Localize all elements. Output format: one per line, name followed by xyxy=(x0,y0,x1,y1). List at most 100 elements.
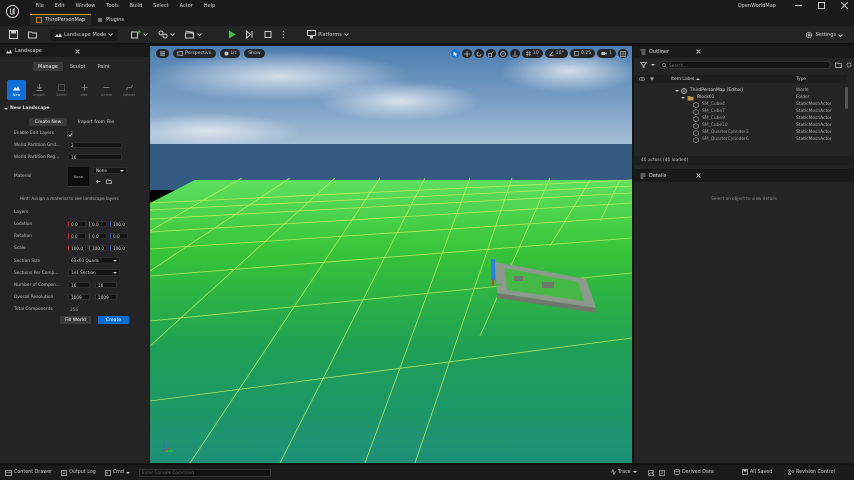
overall-res-y-field[interactable]: 1009 xyxy=(95,294,117,300)
menu-select[interactable]: Select xyxy=(148,3,174,9)
use-selected-arrow-icon[interactable] xyxy=(96,179,101,184)
outliner-row[interactable]: SM_QuarterCylinder3 StaticMeshActor xyxy=(634,129,846,136)
tool-delete[interactable]: Delete xyxy=(97,80,116,100)
enable-edit-layers-checkbox[interactable] xyxy=(67,131,73,137)
outliner-settings-icon[interactable] xyxy=(846,62,852,68)
revision-control-button[interactable]: Revision Control xyxy=(788,469,835,475)
notifications-icon[interactable] xyxy=(659,470,665,476)
tool-import[interactable]: Import xyxy=(30,80,49,100)
sections-per-comp-dropdown[interactable]: 1x1 Section xyxy=(68,269,120,276)
material-dropdown[interactable]: None xyxy=(93,167,127,174)
camera-speed-button[interactable]: 1 xyxy=(597,49,616,58)
close-icon[interactable] xyxy=(841,2,848,9)
mode-manage[interactable]: Manage xyxy=(33,62,63,71)
location-y-field[interactable]: 0.0 xyxy=(89,221,107,227)
level-viewport[interactable]: Perspective Lit Show 10 10° 0.25 1 xyxy=(150,46,632,463)
step-button[interactable] xyxy=(243,29,257,41)
overall-res-x-field[interactable]: 1009 xyxy=(68,294,90,300)
cmd-dropdown[interactable]: Cmd xyxy=(104,469,130,476)
menu-edit[interactable]: Edit xyxy=(49,3,70,9)
play-options-button[interactable] xyxy=(279,29,288,41)
wp-grid-field[interactable]: 2 xyxy=(68,142,122,148)
grid-snap-button[interactable]: 10 xyxy=(521,49,543,58)
tool-select[interactable]: Select xyxy=(52,80,71,100)
select-mode-button[interactable] xyxy=(450,49,460,58)
create-button[interactable]: Create xyxy=(98,316,129,324)
filter-icon[interactable] xyxy=(640,62,647,68)
platforms-button[interactable]: Platforms xyxy=(304,29,352,41)
scale-snap-button[interactable]: 0.25 xyxy=(569,49,596,58)
outliner-row[interactable]: SM_Cube4 StaticMeshActor xyxy=(634,101,846,108)
close-tab-icon[interactable] xyxy=(696,173,701,178)
mode-paint[interactable]: Paint xyxy=(93,62,115,71)
menu-build[interactable]: Build xyxy=(124,3,148,9)
location-z-field[interactable]: 100.0 xyxy=(110,221,128,227)
cinematics-button[interactable] xyxy=(182,29,205,41)
menu-actor[interactable]: Actor xyxy=(174,3,198,9)
add-folder-icon[interactable] xyxy=(835,62,842,68)
browse-button[interactable] xyxy=(25,29,40,41)
create-new-button[interactable]: Create New xyxy=(29,118,67,126)
output-log-button[interactable]: Output Log xyxy=(61,469,96,476)
scale-y-field[interactable]: 100.0 xyxy=(89,245,107,251)
menu-tools[interactable]: Tools xyxy=(101,3,124,9)
tab-plugins[interactable]: Plugins xyxy=(91,14,130,25)
translate-button[interactable] xyxy=(461,49,472,58)
outliner-row[interactable]: SM_Cube9 StaticMeshActor xyxy=(634,115,846,122)
location-x-field[interactable]: 0.0 xyxy=(68,221,86,227)
minimize-icon[interactable] xyxy=(795,2,802,9)
scale-x-field[interactable]: 100.0 xyxy=(68,245,86,251)
close-tab-icon[interactable] xyxy=(75,48,80,54)
perspective-button[interactable]: Perspective xyxy=(173,49,216,58)
mode-selector[interactable]: Landscape Mode xyxy=(50,28,119,41)
outliner-row[interactable]: Block01 Folder xyxy=(634,94,846,101)
rotation-y-field[interactable]: 0.0 xyxy=(89,233,107,239)
tool-new[interactable]: New xyxy=(7,80,26,100)
outliner-scrollbar[interactable] xyxy=(845,87,848,109)
content-drawer-button[interactable]: Content Drawer xyxy=(5,469,52,476)
outliner-row[interactable]: SM_QuarterCylinder6 StaticMeshActor xyxy=(634,136,846,143)
settings-button[interactable]: Settings xyxy=(802,29,846,41)
rotation-z-field[interactable]: 0.0 xyxy=(110,233,128,239)
expand-chevron-icon[interactable] xyxy=(674,89,679,93)
save-all-button[interactable]: All Saved xyxy=(742,469,772,475)
num-components-y-field[interactable]: 16 xyxy=(95,282,117,288)
insights-icon[interactable] xyxy=(648,470,654,476)
section-new-landscape[interactable]: New Landscape xyxy=(0,104,149,113)
rotation-snap-button[interactable]: 10° xyxy=(544,49,568,58)
column-item-label[interactable]: Item Label xyxy=(671,77,694,82)
play-button[interactable] xyxy=(225,29,239,41)
rotate-button[interactable] xyxy=(473,49,484,58)
scale-z-field[interactable]: 100.0 xyxy=(110,245,128,251)
menu-window[interactable]: Window xyxy=(70,3,101,9)
world-local-button[interactable] xyxy=(497,49,508,58)
scale-button[interactable] xyxy=(485,49,496,58)
derived-data-button[interactable]: Derived Data xyxy=(674,469,714,475)
browse-material-icon[interactable] xyxy=(106,179,112,184)
tab-thirdpersonmap[interactable]: ThirdPersonMap xyxy=(30,14,92,25)
blueprint-button[interactable] xyxy=(155,29,178,41)
unreal-logo-icon[interactable] xyxy=(6,5,19,18)
trace-button[interactable]: Trace xyxy=(610,469,637,475)
section-size-dropdown[interactable]: 63x63 Quads xyxy=(68,257,120,264)
viewport-options-button[interactable] xyxy=(156,49,169,58)
outliner-row[interactable]: SM_Cube10 StaticMeshActor xyxy=(634,122,846,129)
close-tab-icon[interactable] xyxy=(696,49,701,54)
show-button[interactable]: Show xyxy=(244,49,265,58)
lit-button[interactable]: Lit xyxy=(219,49,241,58)
save-button[interactable] xyxy=(6,29,21,41)
column-type[interactable]: Type xyxy=(796,77,840,82)
outliner-search-input[interactable]: Search... xyxy=(659,61,831,69)
mode-sculpt[interactable]: Sculpt xyxy=(65,62,91,71)
menu-file[interactable]: File xyxy=(30,3,49,9)
tool-splines[interactable]: Splines xyxy=(120,80,139,100)
import-from-file-button[interactable]: Import from File xyxy=(71,118,121,126)
wp-region-field[interactable]: 16 xyxy=(68,154,122,160)
menu-help[interactable]: Help xyxy=(198,3,220,9)
outliner-row[interactable]: ThirdPersonMap (Editor) World xyxy=(634,87,846,94)
quick-add-button[interactable] xyxy=(128,29,151,41)
num-components-x-field[interactable]: 16 xyxy=(68,282,90,288)
surface-snap-button[interactable] xyxy=(509,49,520,58)
stop-button[interactable] xyxy=(261,29,275,41)
expand-chevron-icon[interactable] xyxy=(680,96,685,100)
